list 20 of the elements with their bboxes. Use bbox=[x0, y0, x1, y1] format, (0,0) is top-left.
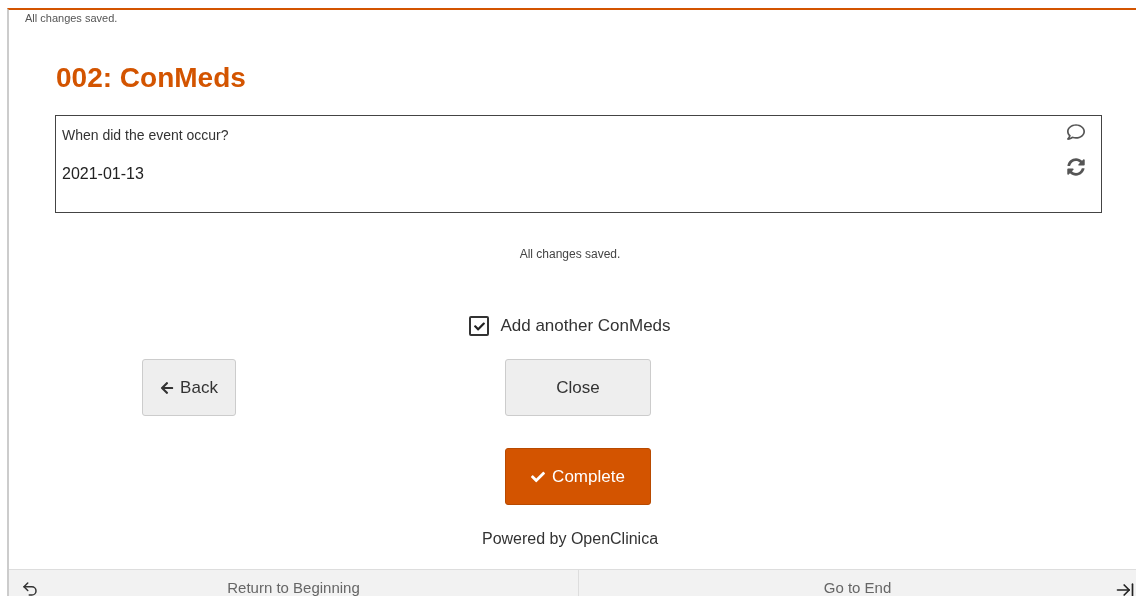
check-icon bbox=[531, 469, 546, 484]
complete-button[interactable]: Complete bbox=[505, 448, 651, 505]
go-to-end-button[interactable]: Go to End bbox=[579, 570, 1136, 596]
go-to-end-icon bbox=[1114, 580, 1136, 596]
date-value[interactable]: 2021-01-13 bbox=[62, 164, 229, 184]
form-title: 002: ConMeds bbox=[56, 61, 246, 95]
arrow-left-icon bbox=[160, 380, 175, 395]
save-status: All changes saved. bbox=[519, 246, 621, 262]
powered-by-text: Powered by OpenClinica bbox=[481, 529, 659, 549]
close-button[interactable]: Close bbox=[505, 359, 651, 416]
back-button[interactable]: Back bbox=[142, 359, 236, 416]
check-icon bbox=[473, 320, 485, 332]
return-to-beginning-button[interactable]: Return to Beginning bbox=[9, 570, 579, 596]
comment-icon[interactable] bbox=[1067, 123, 1085, 141]
return-icon bbox=[21, 580, 39, 596]
checkbox[interactable] bbox=[469, 316, 490, 336]
question-label: When did the event occur? bbox=[62, 126, 229, 144]
refresh-icon[interactable] bbox=[1067, 158, 1085, 176]
checkbox-label[interactable]: Add another ConMeds bbox=[500, 315, 671, 337]
save-status: All changes saved. bbox=[25, 11, 118, 25]
